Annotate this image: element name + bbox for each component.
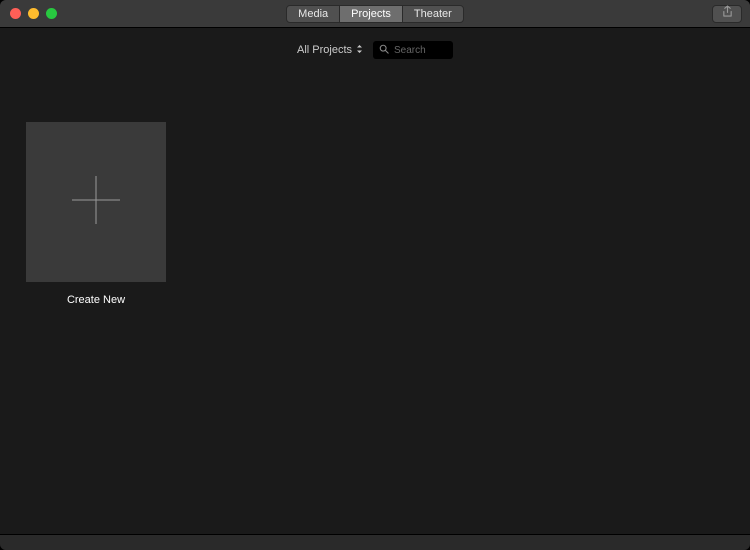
share-button[interactable] <box>712 5 742 23</box>
search-icon <box>379 41 389 59</box>
close-window-button[interactable] <box>10 8 21 19</box>
create-new-tile[interactable]: Create New <box>26 122 166 306</box>
updown-arrows-icon <box>356 44 363 57</box>
window-controls <box>10 8 57 19</box>
zoom-window-button[interactable] <box>46 8 57 19</box>
tab-theater[interactable]: Theater <box>403 6 463 22</box>
titlebar: Media Projects Theater <box>0 0 750 28</box>
create-new-label: Create New <box>67 294 125 306</box>
search-input[interactable] <box>394 45 444 56</box>
footer-bar <box>0 534 750 550</box>
view-tabs: Media Projects Theater <box>286 5 464 23</box>
toolbar: All Projects <box>0 28 750 72</box>
project-filter-label: All Projects <box>297 44 352 56</box>
tab-media[interactable]: Media <box>287 6 340 22</box>
app-window: Media Projects Theater All Projects <box>0 0 750 550</box>
search-box[interactable] <box>373 41 453 59</box>
create-new-thumb <box>26 122 166 282</box>
plus-icon <box>70 174 122 231</box>
tab-projects[interactable]: Projects <box>340 6 403 22</box>
projects-grid: Create New <box>0 72 750 534</box>
project-filter-dropdown[interactable]: All Projects <box>297 44 363 57</box>
share-icon <box>722 5 733 23</box>
minimize-window-button[interactable] <box>28 8 39 19</box>
